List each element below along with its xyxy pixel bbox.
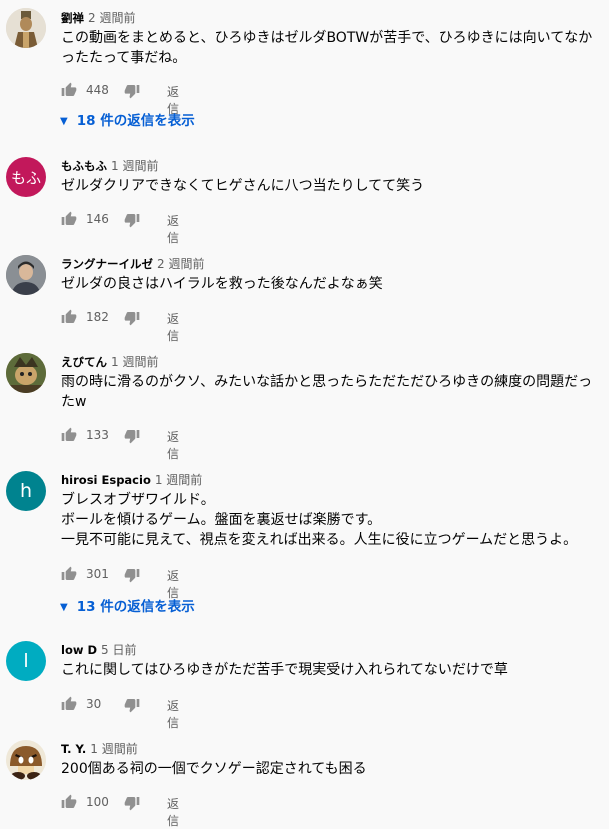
avatar-letter: l (23, 650, 29, 672)
avatar-letter: h (19, 480, 33, 502)
like-count: 133 (86, 428, 109, 442)
character-avatar[interactable] (6, 353, 46, 393)
comment-author[interactable]: えびてん (61, 355, 107, 369)
comment-author[interactable]: hirosi Espacio (61, 473, 151, 487)
comment-text: 200個ある祠の一個でクソゲー認定されても困る (61, 761, 367, 777)
thumb-up-icon[interactable] (61, 566, 77, 582)
like-count: 448 (86, 83, 109, 97)
reply-button[interactable]: 返信 (167, 795, 179, 829)
thumb-down-icon[interactable] (124, 212, 140, 228)
thumb-down-icon[interactable] (124, 310, 140, 326)
thumb-up-icon[interactable] (61, 427, 77, 443)
thumb-down-icon[interactable] (124, 83, 140, 99)
avatar[interactable]: l (6, 641, 46, 681)
avatar[interactable]: もふ (6, 157, 46, 197)
caret-down-icon: ▼ (60, 116, 68, 127)
reply-button[interactable]: 返信 (167, 428, 179, 462)
thumb-down-icon[interactable] (124, 697, 140, 713)
comment-text: ゼルダの良さはハイラルを救った後なんだよなぁ笑 (61, 276, 383, 292)
thumb-up-icon[interactable] (61, 309, 77, 325)
reply-button[interactable]: 返信 (167, 212, 179, 246)
statue-avatar[interactable] (6, 8, 46, 48)
comment-time[interactable]: 1 週間前 (111, 355, 158, 369)
comment-author[interactable]: low D (61, 643, 97, 657)
caret-down-icon: ▼ (60, 602, 68, 613)
like-count: 146 (86, 212, 109, 226)
comment-time[interactable]: 2 週間前 (88, 11, 135, 25)
like-count: 30 (86, 697, 102, 711)
view-replies-label: 18 件の返信を表示 (76, 113, 195, 129)
thumb-up-icon[interactable] (61, 696, 77, 712)
avatar[interactable]: h (6, 471, 46, 511)
thumb-up-icon[interactable] (61, 794, 77, 810)
comment-text: この動画をまとめると、ひろゆきはゼルダBOTWが苦手で、ひろゆきには向いてなか … (61, 30, 593, 66)
comment-text: これに関してはひろゆきがただ苦手で現実受け入れられてないだけで草 (61, 662, 508, 678)
like-count: 100 (86, 795, 109, 809)
comment-time[interactable]: 1 週間前 (90, 742, 137, 756)
avatar-letter: もふ (10, 168, 41, 187)
goomba-avatar[interactable] (6, 740, 46, 780)
thumb-down-icon[interactable] (124, 428, 140, 444)
comment-author[interactable]: T. Y. (61, 742, 86, 756)
comment-text: ゼルダクリアできなくてヒゲさんに八つ当たりしてて笑う (61, 178, 425, 194)
thumb-down-icon[interactable] (124, 567, 140, 583)
comment-text: ブレスオブザワイルド。 ボールを傾けるゲーム。盤面を裏返せば楽勝です。 一見不可… (61, 492, 578, 548)
reply-button[interactable]: 返信 (167, 310, 179, 344)
person-photo-avatar[interactable] (6, 255, 46, 295)
view-replies-button[interactable]: ▼ 13 件の返信を表示 (60, 595, 195, 615)
comment-author[interactable]: ラングナーイルゼ (61, 257, 153, 271)
thumb-down-icon[interactable] (124, 795, 140, 811)
thumb-up-icon[interactable] (61, 82, 77, 98)
comment-text: 雨の時に滑るのがクソ、みたいな話かと思ったらただただひろゆきの練度の問題だっ た… (61, 374, 593, 410)
view-replies-label: 13 件の返信を表示 (76, 599, 195, 615)
thumb-up-icon[interactable] (61, 211, 77, 227)
view-replies-button[interactable]: ▼ 18 件の返信を表示 (60, 109, 195, 129)
like-count: 301 (86, 567, 109, 581)
comment-time[interactable]: 5 日前 (101, 643, 136, 657)
comment-time[interactable]: 1 週間前 (111, 159, 158, 173)
comment-author[interactable]: 劉禅 (61, 11, 84, 25)
comment-time[interactable]: 1 週間前 (155, 473, 202, 487)
comment-author[interactable]: もふもふ (61, 159, 107, 173)
like-count: 182 (86, 310, 109, 324)
comment-time[interactable]: 2 週間前 (157, 257, 204, 271)
reply-button[interactable]: 返信 (167, 697, 179, 731)
